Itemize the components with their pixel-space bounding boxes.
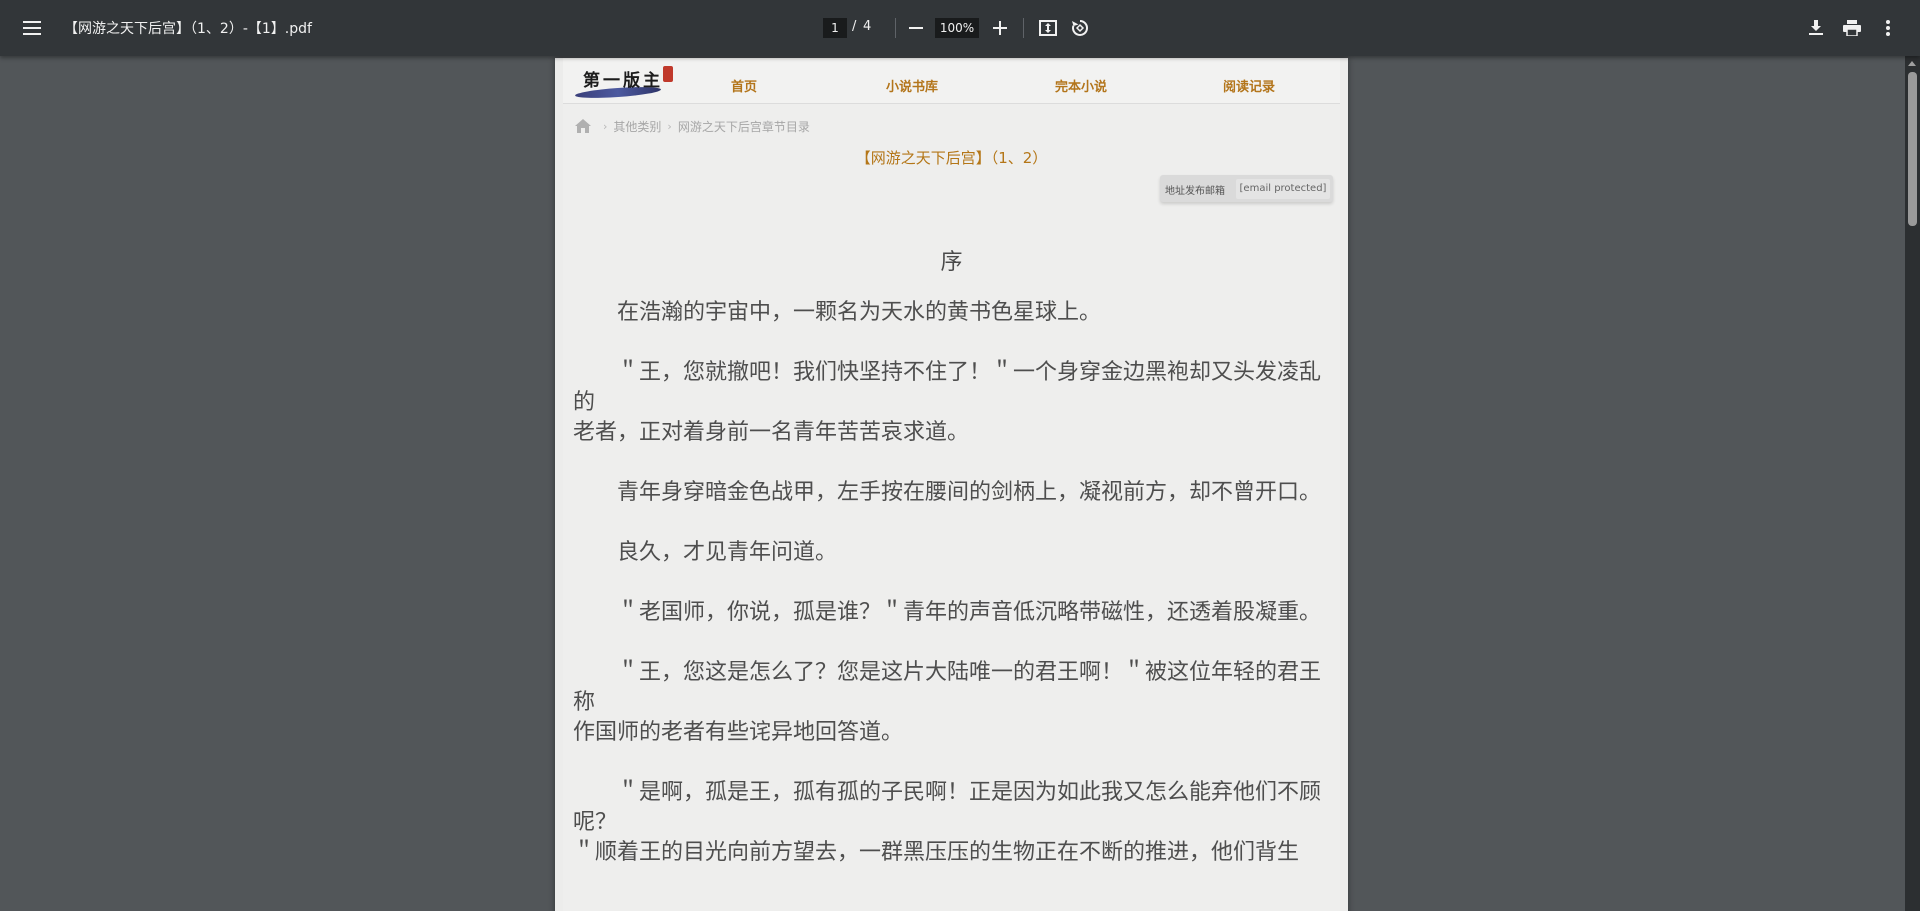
- zoom-in-button[interactable]: [984, 12, 1016, 44]
- menu-icon: [23, 21, 41, 35]
- toolbar-divider: [1023, 18, 1024, 38]
- print-button[interactable]: [1836, 12, 1868, 44]
- breadcrumb-category[interactable]: 其他类别: [613, 118, 661, 135]
- page-number-input[interactable]: [823, 18, 847, 38]
- paragraph: ＂王，您这是怎么了？您是这片大陆唯一的君王啊！＂被这位年轻的君王称 作国师的老者…: [573, 660, 1322, 745]
- scroll-up-arrow-icon[interactable]: [1908, 61, 1916, 66]
- paragraph: ＂王，您就撤吧！我们快坚持不住了！＂一个身穿金边黑袍却又头发凌乱的 老者，正对着…: [573, 360, 1322, 445]
- pdf-toolbar: 【网游之天下后宫】（1、2）-【1】.pdf / 4: [0, 0, 1920, 56]
- plus-icon: [993, 21, 1007, 35]
- breadcrumb-toc[interactable]: 网游之天下后宫章节目录: [678, 118, 810, 135]
- pdf-page: 第一版主 首页 小说书库 完本小说 阅读记录 › 其他类别 › 网游之天下后宫章…: [555, 58, 1348, 911]
- print-icon: [1843, 20, 1861, 36]
- menu-button[interactable]: [16, 12, 48, 44]
- scrollbar-thumb[interactable]: [1908, 72, 1917, 226]
- chevron-right-icon: ›: [603, 119, 608, 133]
- paragraph: ＂是啊，孤是王，孤有孤的子民啊！正是因为如此我又怎么能弃他们不顾呢？: [573, 780, 1322, 835]
- logo-seal-icon: [663, 66, 673, 82]
- paragraph: ＂顺着王的目光向前方望去，一群黑压压的生物正在不断的推进，他们背生: [573, 840, 1300, 865]
- download-button[interactable]: [1800, 12, 1832, 44]
- paragraph: 良久，才见青年问道。: [573, 540, 838, 565]
- document-title: 【网游之天下后宫】（1、2）-【1】.pdf: [64, 21, 312, 37]
- minus-icon: [909, 27, 923, 29]
- zoom-out-button[interactable]: [900, 12, 932, 44]
- site-logo[interactable]: 第一版主: [571, 62, 673, 100]
- section-title: 序: [940, 250, 963, 275]
- chevron-right-icon: ›: [667, 119, 672, 133]
- fit-page-icon: [1039, 20, 1057, 36]
- paragraph: 青年身穿暗金色战甲，左手按在腰间的剑柄上，凝视前方，却不曾开口。: [573, 480, 1322, 505]
- rotate-icon: [1072, 20, 1088, 36]
- paragraph: 在浩瀚的宇宙中，一颗名为天水的黄书色星球上。: [573, 300, 1102, 325]
- breadcrumb: › 其他类别 › 网游之天下后宫章节目录: [575, 118, 810, 134]
- email-notice: 地址发布邮箱 [email protected]: [1160, 175, 1333, 202]
- more-actions-button[interactable]: [1872, 12, 1904, 44]
- logo-text: 第一版主: [583, 71, 663, 91]
- page-separator: /: [852, 19, 857, 34]
- fit-to-page-button[interactable]: [1032, 12, 1064, 44]
- nav-item-completed[interactable]: 完本小说: [1055, 76, 1107, 95]
- page-content: 第一版主 首页 小说书库 完本小说 阅读记录 › 其他类别 › 网游之天下后宫章…: [563, 58, 1340, 911]
- email-label: 地址发布邮箱: [1165, 186, 1225, 197]
- rotate-button[interactable]: [1064, 12, 1096, 44]
- download-icon: [1809, 20, 1823, 35]
- page-total: 4: [863, 19, 872, 34]
- chapter-body: 在浩瀚的宇宙中，一颗名为天水的黄书色星球上。 ＂王，您就撤吧！我们快坚持不住了！…: [573, 298, 1333, 868]
- nav-item-home[interactable]: 首页: [731, 76, 757, 95]
- vertical-scrollbar[interactable]: [1905, 56, 1920, 911]
- site-nav-bar: 第一版主 首页 小说书库 完本小说 阅读记录: [563, 58, 1340, 104]
- more-vert-icon: [1886, 20, 1890, 36]
- zoom-level-input[interactable]: [935, 18, 979, 38]
- nav-item-history[interactable]: 阅读记录: [1223, 76, 1275, 95]
- email-address[interactable]: [email protected]: [1236, 179, 1330, 199]
- nav-item-library[interactable]: 小说书库: [886, 76, 938, 95]
- toolbar-divider: [895, 18, 896, 38]
- home-icon[interactable]: [575, 119, 591, 133]
- paragraph: ＂老国师，你说，孤是谁？＂青年的声音低沉略带磁性，还透着股凝重。: [573, 600, 1322, 625]
- chapter-title: 【网游之天下后宫】（1、2）: [855, 149, 1048, 167]
